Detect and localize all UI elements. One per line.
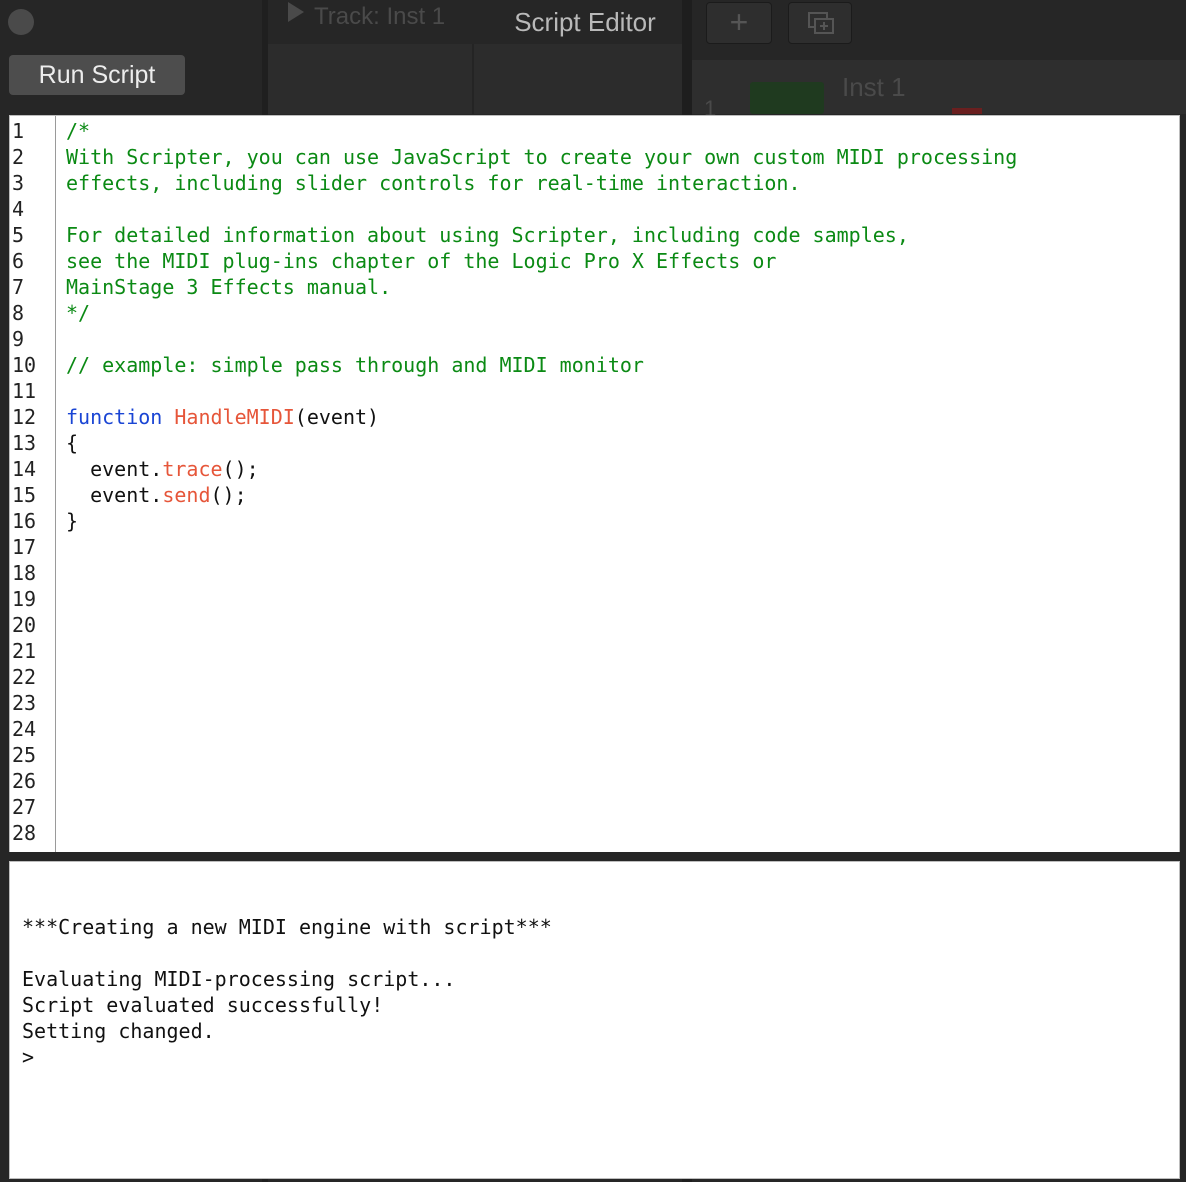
console-prompt: > bbox=[22, 1045, 35, 1069]
code-token-comment: For detailed information about using Scr… bbox=[66, 223, 909, 247]
window-title: Script Editor bbox=[514, 7, 656, 37]
code-line[interactable]: { bbox=[66, 430, 78, 456]
code-line[interactable]: */ bbox=[66, 300, 90, 326]
line-number: 1 bbox=[12, 119, 25, 143]
background-instrument-icon bbox=[750, 82, 824, 114]
code-token-plain: (); bbox=[210, 483, 247, 507]
code-token-plain: event. bbox=[66, 483, 163, 507]
line-number: 23 bbox=[12, 691, 37, 715]
line-number: 22 bbox=[12, 665, 37, 689]
close-window-button[interactable] bbox=[8, 9, 34, 35]
line-number: 13 bbox=[12, 431, 37, 455]
background-duplicate-button bbox=[788, 2, 852, 44]
code-line[interactable]: } bbox=[66, 508, 78, 534]
line-number: 3 bbox=[12, 171, 25, 195]
code-token-keyword: function bbox=[66, 405, 163, 429]
code-line[interactable]: function HandleMIDI(event) bbox=[66, 404, 379, 430]
background-divider bbox=[472, 44, 474, 114]
duplicate-track-icon bbox=[808, 12, 834, 34]
line-number: 7 bbox=[12, 275, 25, 299]
code-token-comment: // example: simple pass through and MIDI… bbox=[66, 353, 644, 377]
code-line[interactable]: event.send(); bbox=[66, 482, 247, 508]
line-number: 9 bbox=[12, 327, 25, 351]
code-line[interactable]: see the MIDI plug-ins chapter of the Log… bbox=[66, 248, 776, 274]
line-number: 10 bbox=[12, 353, 37, 377]
code-text-area[interactable]: /* With Scripter, you can use JavaScript … bbox=[66, 116, 1179, 852]
line-number: 21 bbox=[12, 639, 37, 663]
code-token-func: HandleMIDI bbox=[174, 405, 295, 429]
code-token-plain: } bbox=[66, 509, 79, 533]
background-add-track-button: + bbox=[706, 2, 772, 44]
line-number: 12 bbox=[12, 405, 37, 429]
background-track-label: Track: Inst 1 bbox=[288, 2, 445, 31]
code-token-plain: (); bbox=[222, 457, 259, 481]
line-number-gutter: 1 2 3 4 5 6 7 8 9 10 11 12 13 14 15 16 17 18 19 20 21 22 23 24 2… bbox=[10, 116, 56, 852]
line-number: 27 bbox=[12, 795, 37, 819]
code-token-comment: effects, including slider controls for r… bbox=[66, 171, 801, 195]
line-number: 5 bbox=[12, 223, 25, 247]
line-number: 2 bbox=[12, 145, 25, 169]
code-token-func: send bbox=[162, 483, 211, 507]
line-number: 20 bbox=[12, 613, 37, 637]
line-number: 19 bbox=[12, 587, 37, 611]
line-number: 25 bbox=[12, 743, 37, 767]
line-number: 16 bbox=[12, 509, 37, 533]
console-output[interactable]: ***Creating a new MIDI engine with scrip… bbox=[9, 861, 1180, 1179]
code-token-plain: { bbox=[66, 431, 79, 455]
code-token-func: trace bbox=[162, 457, 223, 481]
background-track-area bbox=[268, 44, 682, 114]
line-number: 11 bbox=[12, 379, 37, 403]
code-line[interactable]: // example: simple pass through and MIDI… bbox=[66, 352, 644, 378]
code-line[interactable]: effects, including slider controls for r… bbox=[66, 170, 801, 196]
line-number: 14 bbox=[12, 457, 37, 481]
console-line: Setting changed. bbox=[22, 1019, 215, 1043]
console-line: ***Creating a new MIDI engine with scrip… bbox=[22, 915, 552, 939]
code-token-comment: /* bbox=[66, 119, 91, 143]
line-number: 28 bbox=[12, 821, 37, 845]
console-line: Script evaluated successfully! bbox=[22, 993, 384, 1017]
code-line[interactable]: event.trace(); bbox=[66, 456, 259, 482]
code-line[interactable]: MainStage 3 Effects manual. bbox=[66, 274, 391, 300]
line-number: 6 bbox=[12, 249, 25, 273]
code-token-comment: MainStage 3 Effects manual. bbox=[66, 275, 392, 299]
line-number: 17 bbox=[12, 535, 37, 559]
code-line[interactable]: For detailed information about using Scr… bbox=[66, 222, 909, 248]
background-inst-label: Inst 1 bbox=[842, 72, 906, 102]
code-token-comment: With Scripter, you can use JavaScript to… bbox=[66, 145, 1018, 169]
console-line: Evaluating MIDI-processing script... bbox=[22, 967, 456, 991]
line-number: 24 bbox=[12, 717, 37, 741]
background-record-indicator bbox=[952, 108, 982, 114]
line-number: 15 bbox=[12, 483, 37, 507]
line-number: 8 bbox=[12, 301, 25, 325]
code-token-plain: (event) bbox=[294, 405, 380, 429]
code-editor[interactable]: 1 2 3 4 5 6 7 8 9 10 11 12 13 14 15 16 17 18 19 20 21 22 23 24 2… bbox=[9, 115, 1180, 853]
line-number: 26 bbox=[12, 769, 37, 793]
code-line[interactable]: /* bbox=[66, 118, 90, 144]
code-token-comment: see the MIDI plug-ins chapter of the Log… bbox=[66, 249, 777, 273]
panel-separator[interactable] bbox=[0, 852, 1186, 861]
line-number: 18 bbox=[12, 561, 37, 585]
line-number: 4 bbox=[12, 197, 25, 221]
code-token-comment: */ bbox=[66, 301, 91, 325]
code-line[interactable]: With Scripter, you can use JavaScript to… bbox=[66, 144, 1017, 170]
play-icon bbox=[288, 2, 304, 22]
code-token-plain: event. bbox=[66, 457, 163, 481]
run-script-button[interactable]: Run Script bbox=[9, 55, 185, 95]
